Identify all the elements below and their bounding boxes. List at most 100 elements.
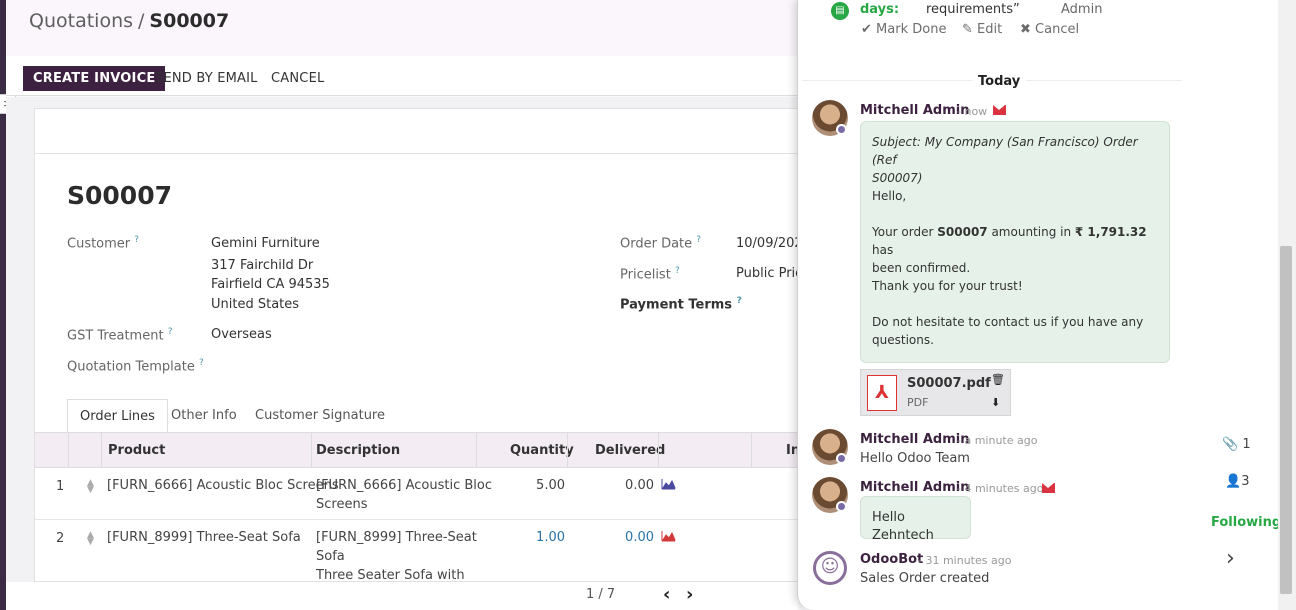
column-header-delivered[interactable]: Delivered: [595, 433, 665, 468]
odoobot-avatar[interactable]: ☺: [813, 551, 847, 585]
row-delivered[interactable]: 0.00: [595, 528, 654, 547]
message-subject-ref: S00007): [872, 171, 923, 185]
attachment-card[interactable]: ⅄ S00007.pdf PDF 🗑 ⬇: [860, 369, 1011, 416]
message-author[interactable]: Mitchell Admin: [860, 432, 969, 447]
pricelist-field[interactable]: Public Pric: [736, 266, 802, 281]
send-by-email-button[interactable]: SEND BY EMAIL: [145, 66, 268, 91]
breadcrumb-separator: /: [138, 10, 145, 32]
envelope-icon: [1042, 483, 1055, 493]
form-sheet: S00007 Customer ? Gemini Furniture 317 F…: [34, 108, 825, 583]
customer-name[interactable]: Gemini Furniture: [211, 236, 320, 251]
drag-handle-icon[interactable]: ▲ ▼: [87, 531, 94, 547]
user-icon: 👤: [1225, 474, 1242, 489]
edit-activity-button[interactable]: ✎ Edit: [962, 22, 1002, 37]
order-date-field[interactable]: 10/09/202: [736, 236, 803, 251]
payment-terms-label: Payment Terms ?: [620, 296, 742, 313]
presence-status-icon: [836, 453, 847, 464]
attachment-type: PDF: [907, 396, 929, 409]
message-body-line5: questions.: [872, 333, 934, 347]
column-divider: [311, 433, 312, 468]
scrollbar[interactable]: [1278, 0, 1296, 610]
activity-assigned-user: Admin: [1061, 2, 1103, 17]
followers-counter[interactable]: 👤3: [1225, 474, 1249, 489]
column-divider: [68, 433, 69, 468]
envelope-icon: [993, 105, 1006, 115]
column-header-quantity[interactable]: Quantity: [510, 433, 574, 468]
column-header-description[interactable]: Description: [316, 433, 400, 468]
pager-value[interactable]: 1 / 7: [586, 587, 615, 602]
tab-other-info[interactable]: Other Info: [159, 399, 249, 433]
row-quantity[interactable]: 1.00: [505, 528, 565, 547]
cancel-activity-button[interactable]: ✖ Cancel: [1020, 22, 1079, 37]
gst-treatment-label: GST Treatment ?: [67, 327, 173, 344]
row-description-line1[interactable]: [FURN_6666] Acoustic Bloc: [316, 476, 492, 495]
customer-address-line1: 317 Fairchild Dr: [211, 258, 314, 273]
activity-summary: requirements”: [926, 2, 1020, 17]
message-text: Sales Order created: [860, 571, 990, 586]
message-timestamp: - 31 minutes ago: [918, 554, 1012, 567]
breadcrumb-current: S00007: [149, 10, 230, 32]
column-divider: [476, 433, 477, 468]
customer-label: Customer ?: [67, 235, 140, 252]
row-number: 2: [56, 531, 65, 546]
message-author[interactable]: OdooBot: [860, 552, 923, 567]
pager-bar: 1 / 7 ‹ ›: [6, 582, 798, 610]
pager-previous-button[interactable]: ‹: [663, 584, 670, 605]
attachment-name[interactable]: S00007.pdf: [907, 376, 991, 391]
column-header-product[interactable]: Product: [108, 433, 165, 468]
breadcrumb-parent[interactable]: Quotations: [29, 10, 133, 32]
row-delivered[interactable]: 0.00: [595, 476, 654, 495]
download-icon[interactable]: ⬇: [991, 396, 1000, 409]
gst-treatment-field[interactable]: Overseas: [211, 327, 272, 342]
paperclip-icon: 📎: [1222, 437, 1239, 452]
date-separator-today: Today: [972, 74, 1027, 89]
message-body-line4: Do not hesitate to contact us if you hav…: [872, 315, 1144, 329]
column-divider: [658, 433, 659, 468]
message-bubble: Hello Zehntech: [860, 496, 971, 543]
message-greeting: Hello,: [872, 189, 907, 203]
table-row[interactable]: 1 ▲ ▼ [FURN_6666] Acoustic Bloc Screens […: [35, 468, 825, 520]
cancel-button[interactable]: CANCEL: [261, 66, 334, 91]
customer-address-line3: United States: [211, 297, 300, 312]
row-description-line2: Sofa: [316, 549, 345, 564]
presence-status-icon: [836, 501, 847, 512]
tab-order-lines[interactable]: Order Lines: [67, 399, 168, 433]
message-author[interactable]: Mitchell Admin: [860, 103, 969, 118]
drag-handle-icon[interactable]: ▲ ▼: [87, 479, 94, 495]
chevron-right-icon[interactable]: ›: [1226, 546, 1235, 571]
sheet-header: [35, 109, 823, 154]
presence-status-icon: [836, 124, 847, 135]
quotation-template-label: Quotation Template ?: [67, 358, 204, 375]
row-quantity[interactable]: 5.00: [505, 476, 565, 495]
forecast-chart-icon[interactable]: [661, 530, 676, 546]
message-body-line2: been confirmed.: [872, 261, 971, 275]
message-bubble: Subject: My Company (San Francisco) Orde…: [860, 121, 1170, 383]
row-description-line2: Screens: [316, 497, 368, 512]
row-product[interactable]: [FURN_6666] Acoustic Bloc Screens: [107, 476, 339, 495]
row-description-line1[interactable]: [FURN_8999] Three-Seat: [316, 528, 477, 547]
message-body-line3: Thank you for your trust!: [872, 279, 1023, 293]
trash-icon[interactable]: 🗑: [991, 373, 1005, 386]
following-button[interactable]: Following: [1211, 515, 1281, 530]
forecast-chart-icon[interactable]: [661, 478, 676, 494]
order-title: S00007: [67, 181, 172, 210]
column-divider: [101, 433, 102, 468]
row-number: 1: [56, 479, 65, 494]
scrollbar-thumb[interactable]: [1280, 246, 1292, 594]
pricelist-label: Pricelist ?: [620, 266, 680, 283]
row-product[interactable]: [FURN_8999] Three-Seat Sofa: [107, 528, 301, 547]
chatter-panel: ▤ days: requirements” Admin ✔ Mark Done …: [797, 0, 1281, 610]
message-timestamp: - a minute ago: [957, 434, 1038, 447]
message-timestamp: - now: [957, 105, 988, 118]
order-lines-header: Product Description Quantity Delivered I…: [35, 432, 825, 468]
tab-customer-signature[interactable]: Customer Signature: [243, 399, 397, 433]
table-row[interactable]: 2 ▲ ▼ [FURN_8999] Three-Seat Sofa [FURN_8…: [35, 520, 825, 583]
breadcrumb: Quotations / S00007: [29, 10, 229, 32]
column-divider: [751, 433, 752, 468]
message-body-line1: Your order S00007 amounting in ₹ 1,791.3…: [872, 225, 1147, 257]
pager-next-button[interactable]: ›: [686, 584, 693, 605]
message-author[interactable]: Mitchell Admin: [860, 480, 969, 495]
close-icon: ✖: [1020, 22, 1031, 37]
attachments-counter[interactable]: 📎 1: [1222, 437, 1251, 452]
mark-done-button[interactable]: ✔ Mark Done: [861, 22, 946, 37]
